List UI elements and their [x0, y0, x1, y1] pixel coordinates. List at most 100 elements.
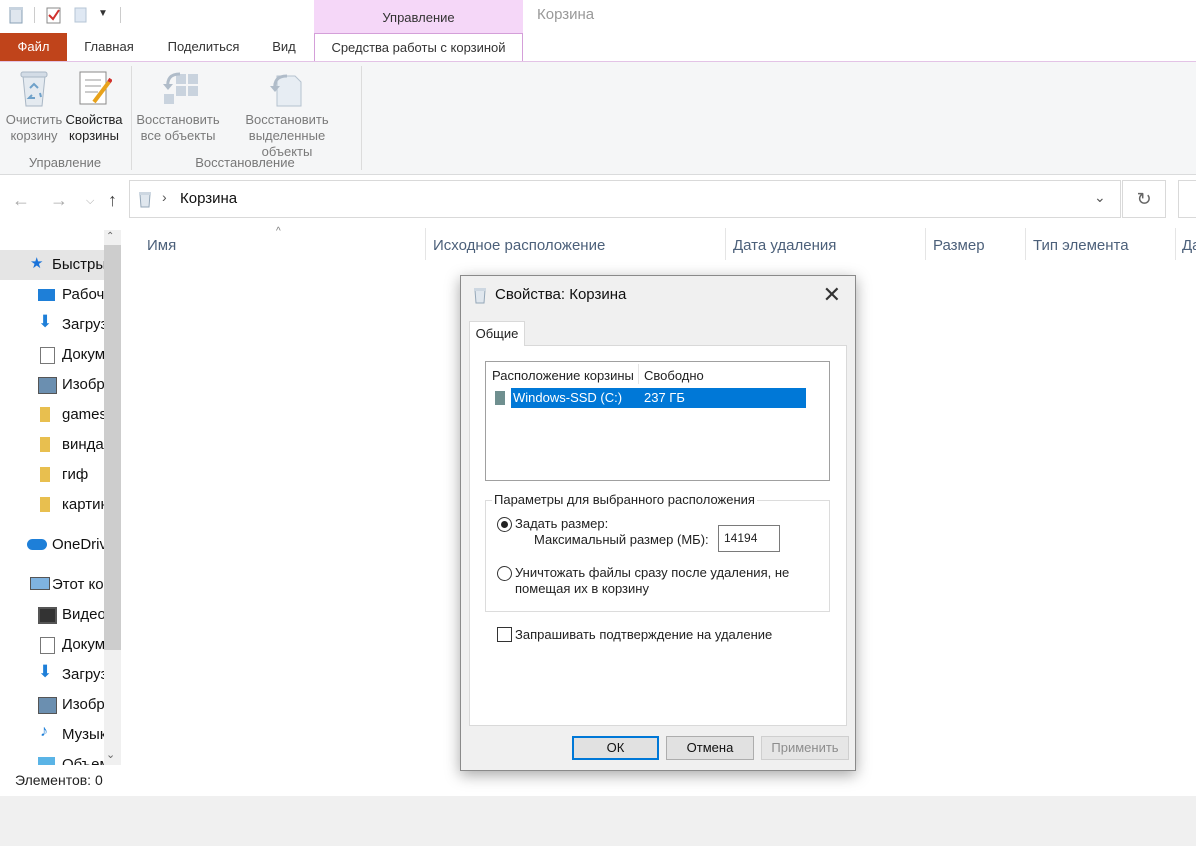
nav-pc-pictures[interactable]: Изображения [0, 690, 104, 720]
document-icon [40, 637, 55, 654]
nav-label: OneDrive [52, 536, 104, 553]
radio-custom-size[interactable] [497, 517, 512, 532]
nav-item-vinda[interactable]: винда [0, 430, 104, 460]
column-header-deleted[interactable]: Дата удаления [733, 237, 836, 254]
column-header-modified[interactable]: Да [1182, 237, 1196, 254]
nav-label: Документы [62, 346, 104, 363]
nav-scrollbar-thumb[interactable] [104, 245, 121, 650]
qat-dropdown-icon[interactable]: ▼ [98, 8, 108, 19]
tab-share[interactable]: Поделиться [155, 33, 252, 61]
tab-recycle-tools[interactable]: Средства работы с корзиной [314, 33, 523, 62]
nav-pc-downloads[interactable]: ⬇ Загрузки [0, 660, 104, 690]
nav-pc-3d-objects[interactable]: Объемные объекты [0, 750, 104, 765]
recycle-bin-icon[interactable] [8, 6, 24, 24]
bottom-strip [0, 796, 1196, 846]
settings-group-label: Параметры для выбранного расположения [492, 492, 757, 507]
nav-item-downloads[interactable]: ⬇ Загрузки [0, 310, 104, 340]
divider [638, 364, 639, 384]
column-header-origin[interactable]: Исходное расположение [433, 237, 605, 254]
group-restore-label: Восстановление [195, 155, 295, 170]
radio-delete-label-2[interactable]: помещая их в корзину [515, 581, 649, 596]
divider [1175, 228, 1176, 260]
document-icon [40, 347, 55, 364]
confirm-delete-checkbox[interactable] [497, 627, 512, 642]
nav-onedrive[interactable]: OneDrive [0, 530, 104, 560]
restore-selected-label-1: Восстановить [245, 112, 329, 127]
max-size-input[interactable]: 14194 [718, 525, 780, 552]
scroll-up-icon[interactable]: ⌃ [106, 231, 114, 242]
nav-label: Изображения [62, 696, 104, 713]
nav-item-games[interactable]: games [0, 400, 104, 430]
restore-selected-button[interactable]: Восстановить выделенные объекты [222, 68, 352, 160]
apply-button[interactable]: Применить [761, 736, 849, 760]
cloud-icon [27, 539, 47, 550]
restore-all-button[interactable]: Восстановить все объекты [134, 68, 222, 144]
search-box[interactable] [1178, 180, 1196, 218]
max-size-label: Максимальный размер (МБ): [534, 532, 709, 547]
empty-bin-label-2: корзину [10, 128, 58, 143]
tab-file[interactable]: Файл [0, 33, 67, 61]
close-icon[interactable]: ✕ [823, 282, 841, 308]
nav-this-pc[interactable]: Этот компьютер [0, 570, 104, 600]
nav-pc-documents[interactable]: Документы [0, 630, 104, 660]
pictures-icon [38, 377, 57, 394]
max-size-value: 14194 [724, 531, 758, 545]
nav-item-documents[interactable]: Документы [0, 340, 104, 370]
column-header-name[interactable]: Имя [147, 237, 176, 254]
address-bar[interactable]: › Корзина ⌄ [129, 180, 1121, 218]
recycle-bin-icon [20, 71, 48, 107]
star-icon: ★ [30, 255, 44, 272]
tab-general[interactable]: Общие [469, 321, 525, 346]
nav-item-pictures-folder[interactable]: картинки [0, 490, 104, 520]
nav-label: Быстрый доступ [52, 256, 104, 273]
radio-delete-label-1[interactable]: Уничтожать файлы сразу после удаления, н… [515, 565, 789, 580]
cancel-button[interactable]: Отмена [666, 736, 754, 760]
drive-name: Windows-SSD (C:) [513, 390, 623, 405]
address-dropdown-icon[interactable]: ⌄ [1094, 189, 1106, 206]
nav-label: games [62, 406, 104, 423]
recent-chevron-icon[interactable]: ⌵ [86, 195, 94, 208]
radio-custom-size-label[interactable]: Задать размер: [515, 516, 608, 531]
restore-selected-icon [270, 74, 302, 107]
list-header-free[interactable]: Свободно [644, 368, 704, 383]
status-item-count: Элементов: 0 [15, 772, 103, 788]
empty-bin-button[interactable]: Очистить корзину [4, 68, 64, 144]
folder-icon [40, 437, 50, 452]
ribbon: Очистить корзину Свойства корзины Управл… [0, 61, 1196, 175]
scroll-down-icon[interactable]: ⌄ [106, 748, 115, 761]
new-folder-icon[interactable] [74, 6, 88, 24]
back-arrow-icon[interactable]: ← [12, 190, 30, 211]
bin-properties-button[interactable]: Свойства корзины [64, 68, 124, 144]
bin-location-list[interactable]: Расположение корзины Свободно Windows-SS… [485, 361, 830, 481]
refresh-button[interactable]: ↻ [1122, 180, 1166, 218]
drive-free: 237 ГБ [644, 390, 685, 405]
quick-access-toolbar: ▼ [0, 0, 314, 33]
film-icon [38, 607, 57, 624]
breadcrumb-chevron-icon[interactable]: › [162, 189, 167, 205]
up-arrow-icon[interactable]: ↑ [108, 190, 117, 211]
dialog-title: Свойства: Корзина [495, 286, 627, 303]
nav-label: Этот компьютер [52, 576, 104, 593]
properties-check-icon[interactable] [46, 6, 62, 24]
context-tab-group-label: Управление [314, 0, 523, 33]
column-header-type[interactable]: Тип элемента [1033, 237, 1129, 254]
nav-item-pictures[interactable]: Изображения [0, 370, 104, 400]
nav-item-gif[interactable]: гиф [0, 460, 104, 490]
breadcrumb-location[interactable]: Корзина [180, 190, 237, 207]
nav-item-desktop[interactable]: Рабочий стол [0, 280, 104, 310]
ok-button[interactable]: ОК [572, 736, 659, 760]
properties-icon [79, 71, 113, 105]
tab-view[interactable]: Вид [260, 33, 308, 61]
list-row-drive-c[interactable]: Windows-SSD (C:) 237 ГБ [511, 388, 806, 408]
nav-label: Рабочий стол [62, 286, 104, 303]
forward-arrow-icon[interactable]: → [50, 190, 68, 211]
nav-pc-videos[interactable]: Видео [0, 600, 104, 630]
confirm-delete-label[interactable]: Запрашивать подтверждение на удаление [515, 627, 772, 642]
radio-delete-immediately[interactable] [497, 566, 512, 581]
nav-pc-music[interactable]: ♪ Музыка [0, 720, 104, 750]
restore-all-label-2: все объекты [140, 128, 216, 143]
column-header-size[interactable]: Размер [933, 237, 985, 254]
list-header-location[interactable]: Расположение корзины [492, 368, 634, 383]
tab-home[interactable]: Главная [70, 33, 148, 61]
nav-quick-access[interactable]: ★ Быстрый доступ [0, 250, 104, 280]
